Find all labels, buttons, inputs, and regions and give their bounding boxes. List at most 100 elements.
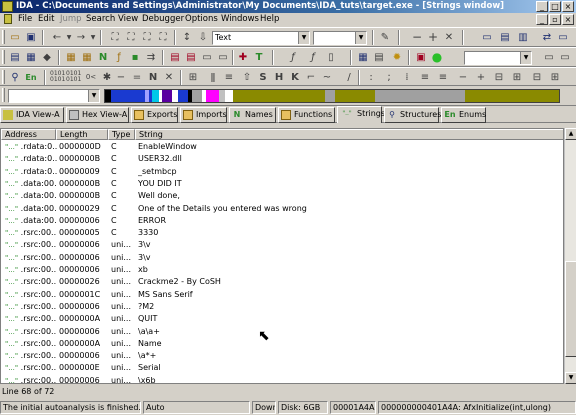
sync-icon[interactable]: ⇄ [540,31,554,44]
toolbar-grip[interactable] [2,88,5,102]
edit-function-icon[interactable]: ƒ [306,51,320,64]
tab-hex-view[interactable]: Hex View-A [66,107,129,123]
table-row[interactable]: "..." .rsrc:00... 00000006 uni... \a*+ [1,350,563,362]
navigator-combo[interactable]: ▼ [8,89,100,103]
binoculars-icon[interactable]: ⛶ [108,31,122,44]
menu-windows[interactable]: Windows [221,14,259,24]
table-row[interactable]: "..." .rsrc:00... 00000006 uni... 3\v [1,252,563,264]
chevron-down-icon[interactable]: ▼ [298,32,309,44]
unhide-icon[interactable]: + [474,71,488,84]
table-row[interactable]: "..." .rsrc:00... 00000006 uni... \x6b [1,375,563,383]
exports-icon[interactable]: ▦ [80,51,94,64]
table-row[interactable]: "..." .rsrc:00... 00000006 uni... xb [1,264,563,276]
child-restore-button[interactable]: ▫ [549,14,561,25]
scroll-down-icon[interactable]: ▼ [565,372,576,384]
search-binary-icon[interactable]: ⛶ [156,31,170,44]
table-row[interactable]: "..." .rsrc:00... 0000000E uni... Serial [1,362,563,374]
search-next-icon[interactable]: ⛶ [124,31,138,44]
menu-jump[interactable]: Jump [60,14,82,24]
tile-icon[interactable]: ▥ [516,31,530,44]
binary-icon[interactable]: 0101 0101 [50,71,65,84]
compass-icon[interactable]: ⚲ [8,71,22,84]
selectors-icon[interactable]: ▤ [184,51,198,64]
not-arrow-icon[interactable]: ~ [320,71,334,84]
tab-structures[interactable]: ⚲ Structures [384,107,441,123]
table-row[interactable]: "..." .rsrc:00... 0000000A uni... Name [1,338,563,350]
decimal-icon[interactable]: 0< [84,71,98,84]
chevron-down-icon[interactable]: ▼ [355,32,366,44]
gear-icon[interactable]: ✹ [390,51,404,64]
hex-icon[interactable]: ✱ [100,71,114,84]
segment-icon[interactable]: = [130,71,144,84]
bitwise-icon[interactable]: ǁ [206,71,220,84]
child-close-button[interactable]: × [562,14,574,25]
tab-ida-view[interactable]: IDA View-A [0,107,64,123]
toolbar-grip[interactable] [2,30,5,44]
unhide-all-icon[interactable]: ⊞ [510,71,524,84]
hide-icon[interactable]: − [456,71,470,84]
k-icon[interactable]: K [288,71,302,84]
function-icon[interactable]: ƒ [286,51,300,64]
minimize-button[interactable]: _ [536,1,548,12]
tab-functions[interactable]: Functions [278,107,335,123]
stack-var-icon[interactable]: H [272,71,286,84]
tab-imports[interactable]: Imports [180,107,227,123]
table-row[interactable]: "..." .rsrc:00... 0000000A uni... QUIT [1,313,563,325]
debugger-options-icon[interactable]: ▭ [542,51,556,64]
jump-icon[interactable]: ↕ [180,31,194,44]
strings-icon[interactable]: ▪ [128,51,142,64]
table-row[interactable]: "..." .data:00...0000000B C YOU DID IT [1,178,563,190]
scrollbar-thumb[interactable] [565,261,576,357]
hide-all-icon[interactable]: ⊟ [492,71,506,84]
maximize-button[interactable]: □ [549,1,561,12]
search-text-icon[interactable]: ⛶ [140,31,154,44]
calculator-icon[interactable]: ▦ [356,51,370,64]
ida-app-icon[interactable] [2,1,13,12]
tab-enums[interactable]: En Enums [441,107,486,123]
chevron-down-icon[interactable]: ▼ [88,90,99,102]
not-icon[interactable]: ⊞ [186,71,200,84]
signatures-icon[interactable]: ▭ [200,51,214,64]
table-row[interactable]: "..." .data:00...00000029 C One of the Det… [1,203,563,215]
tab-strings[interactable]: ".." Strings [337,106,385,123]
diamond-icon[interactable]: ◆ [40,51,54,64]
shift-icon[interactable]: ⇧ [240,71,254,84]
table-row[interactable]: "..." .rsrc:00... 0000001C uni... MS Sans S… [1,289,563,301]
pencil-icon[interactable]: ✎ [378,31,392,44]
run-icon[interactable]: ● [430,51,444,64]
semicolon-icon[interactable]: ; [382,71,396,84]
char-icon[interactable]: − [114,71,128,84]
vertical-scrollbar[interactable]: ▲ ▼ [564,128,576,384]
close-button[interactable]: × [562,1,574,12]
menu-help[interactable]: Help [260,14,279,24]
expand-icon[interactable]: ⊞ [548,71,562,84]
table-row[interactable]: "..." .rsrc:00... 00000005 C 3330 [1,227,563,239]
hex-calc-icon[interactable]: ▤ [372,51,386,64]
structs-icon[interactable]: ▦ [64,51,78,64]
attach-icon[interactable]: ▭ [558,51,572,64]
equals-icon[interactable]: ≡ [222,71,236,84]
pin-icon[interactable]: ✚ [236,51,250,64]
negate-icon[interactable]: ✕ [162,71,176,84]
chevron-down-icon[interactable]: ▼ [520,52,531,64]
xrefs-icon[interactable]: ⇉ [144,51,158,64]
font-combo[interactable]: Text ▼ [212,31,310,45]
toolbar-grip[interactable] [2,50,5,64]
table-row[interactable]: "..." .rdata:0... 00000009 C _setmbcp [1,166,563,178]
debugger-combo[interactable]: ▼ [464,51,532,65]
plus-icon[interactable]: + [426,31,440,44]
debug-icon[interactable]: ▣ [414,51,428,64]
menu-view[interactable]: View [118,14,138,24]
scroll-up-icon[interactable]: ▲ [565,128,576,140]
close-icon[interactable]: ✕ [442,31,456,44]
toolbar-grip[interactable] [2,70,5,84]
tilde-icon[interactable]: ⌐ [304,71,318,84]
table-row[interactable]: "..." .rdata:0... 0000000D C EnableWindow [1,141,563,153]
names-icon[interactable]: N [96,51,110,64]
tab-names[interactable]: N Names [229,107,276,123]
functions-icon[interactable]: ƒ [112,51,126,64]
child-window-icon[interactable] [4,14,12,24]
column-header-address[interactable]: Address [1,129,56,140]
slash-icon[interactable]: / [342,71,356,84]
table-row[interactable]: "..." .rsrc:00... 00000006 uni... \a\a+ [1,326,563,338]
